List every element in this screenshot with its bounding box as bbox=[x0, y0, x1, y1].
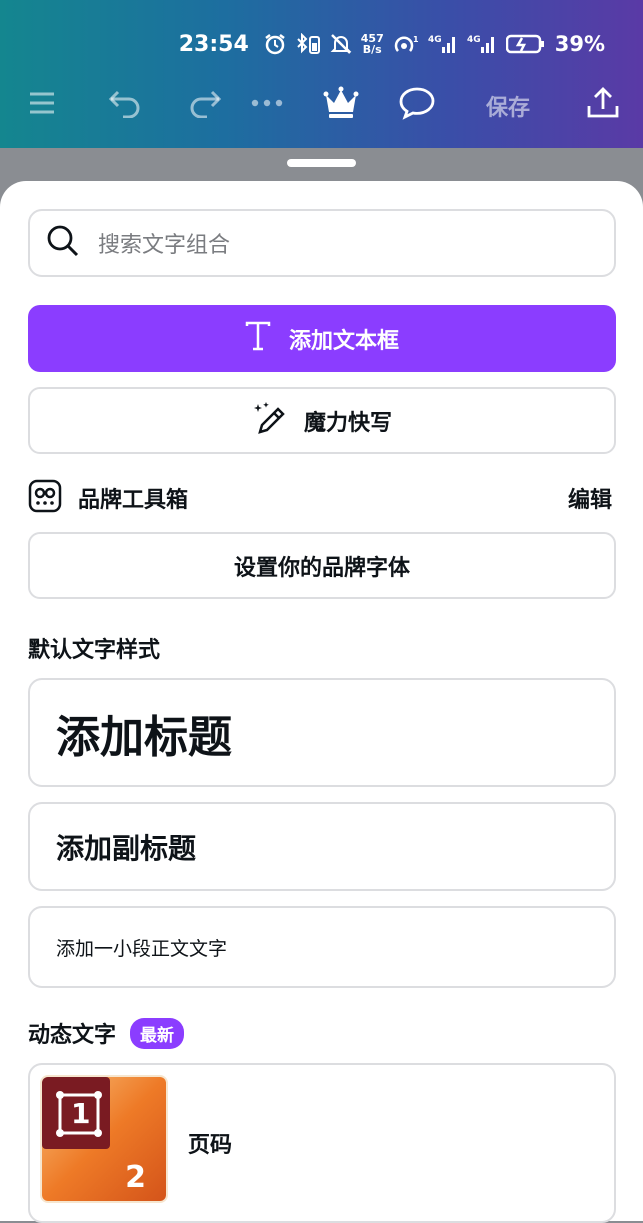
save-button[interactable]: 保存 bbox=[486, 90, 530, 122]
add-heading-label: 添加标题 bbox=[56, 711, 232, 763]
battery-charging-icon bbox=[505, 33, 546, 55]
dynamic-text-header: 动态文字 最新 bbox=[28, 1017, 185, 1049]
menu-icon[interactable] bbox=[28, 88, 56, 118]
text-t-icon bbox=[245, 320, 271, 358]
status-time: 23:54 bbox=[178, 31, 249, 57]
brand-kit-icon bbox=[28, 479, 62, 517]
add-body-text-card[interactable]: 添加一小段正文文字 bbox=[28, 906, 616, 988]
thumbnail-dark-block: 1 bbox=[42, 1077, 110, 1149]
net-speed: 457 B/s bbox=[361, 33, 384, 55]
page-number-label: 页码 bbox=[188, 1133, 233, 1158]
bluetooth-battery-icon bbox=[295, 33, 321, 55]
more-icon[interactable] bbox=[250, 88, 284, 118]
brand-kit-title: 品牌工具箱 bbox=[78, 488, 189, 513]
mute-notification-icon bbox=[330, 33, 352, 55]
magic-write-button[interactable]: 魔力快写 bbox=[28, 387, 616, 454]
thumbnail-number-1: 1 bbox=[71, 1097, 91, 1130]
page-number-card[interactable]: 1 2 页码 bbox=[28, 1063, 616, 1223]
brand-kit-header: 品牌工具箱 编辑 bbox=[28, 478, 616, 518]
alarm-icon bbox=[264, 33, 286, 55]
search-icon bbox=[46, 224, 80, 262]
set-brand-font-button[interactable]: 设置你的品牌字体 bbox=[28, 532, 616, 599]
battery-percent: 39% bbox=[554, 32, 605, 56]
hotspot-icon: 1 bbox=[393, 33, 419, 55]
search-box[interactable]: 搜索文字组合 bbox=[28, 209, 616, 277]
svg-text:4G: 4G bbox=[428, 35, 442, 45]
thumbnail-number-2: 2 bbox=[125, 1160, 146, 1195]
magic-pen-icon bbox=[252, 400, 288, 442]
status-bar: 23:54 457 B/s 1 4G 4G 39% bbox=[0, 26, 643, 62]
add-subheading-card[interactable]: 添加副标题 bbox=[28, 802, 616, 891]
redo-icon[interactable] bbox=[188, 88, 222, 118]
brand-kit-edit-link[interactable]: 编辑 bbox=[568, 482, 612, 514]
crown-icon[interactable] bbox=[323, 86, 359, 120]
sheet-drag-handle[interactable] bbox=[287, 159, 356, 167]
save-label: 保存 bbox=[486, 96, 531, 121]
search-input[interactable]: 搜索文字组合 bbox=[98, 227, 230, 259]
default-styles-title: 默认文字样式 bbox=[28, 638, 161, 663]
add-textbox-label: 添加文本框 bbox=[288, 328, 399, 354]
new-badge: 最新 bbox=[130, 1017, 185, 1049]
set-brand-font-label: 设置你的品牌字体 bbox=[233, 555, 410, 581]
dynamic-text-title: 动态文字 bbox=[28, 1023, 117, 1048]
net-speed-unit: B/s bbox=[362, 43, 382, 56]
page-number-thumbnail: 1 2 bbox=[42, 1077, 166, 1201]
svg-text:4G: 4G bbox=[467, 35, 481, 45]
share-icon[interactable] bbox=[586, 86, 620, 120]
add-body-text-label: 添加一小段正文文字 bbox=[56, 937, 228, 960]
editor-toolbar: 保存 bbox=[0, 80, 643, 130]
add-textbox-button[interactable]: 添加文本框 bbox=[28, 305, 616, 372]
magic-write-label: 魔力快写 bbox=[303, 410, 392, 436]
add-subheading-label: 添加副标题 bbox=[56, 831, 197, 865]
signal-4g-icon: 4G bbox=[467, 33, 497, 55]
add-heading-card[interactable]: 添加标题 bbox=[28, 678, 616, 787]
undo-icon[interactable] bbox=[108, 88, 142, 118]
comment-icon[interactable] bbox=[398, 86, 436, 120]
top-bar: 23:54 457 B/s 1 4G 4G 39% 保存 bbox=[0, 0, 643, 148]
signal-4g-icon: 4G bbox=[428, 33, 458, 55]
svg-text:1: 1 bbox=[413, 35, 419, 44]
